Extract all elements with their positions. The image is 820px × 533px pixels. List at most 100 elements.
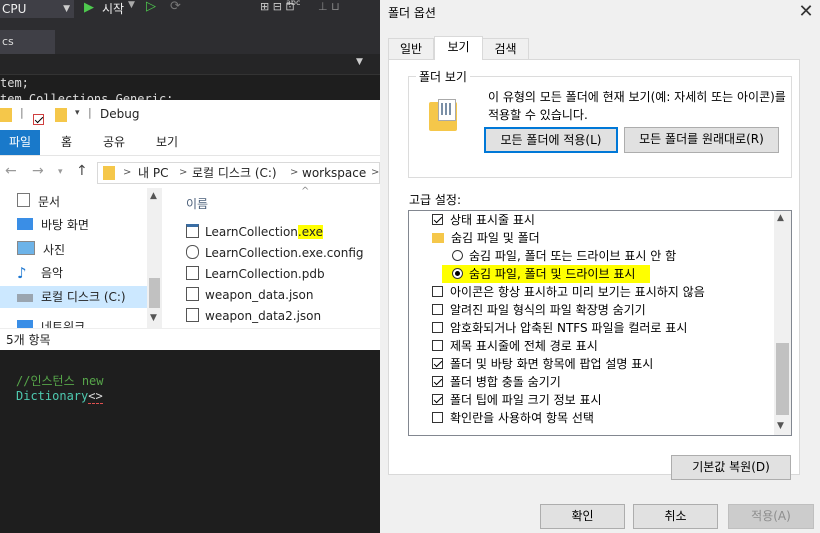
- advanced-settings-label: 고급 설정:: [409, 193, 462, 207]
- generic-brackets: <>: [88, 389, 103, 404]
- file-row[interactable]: LearnCollection.pdb: [186, 264, 325, 285]
- setting-label: 숨김 파일, 폴더 및 드라이브 표시: [469, 267, 636, 281]
- reset-folders-button[interactable]: 모든 폴더를 원래대로(R): [624, 127, 779, 153]
- sidebar-item-label: 바탕 화면: [41, 218, 89, 232]
- recent-locations-icon[interactable]: ▾: [58, 167, 63, 177]
- folder-icon: [432, 233, 444, 243]
- apply-to-folders-button[interactable]: 모든 폴더에 적용(L): [484, 127, 618, 153]
- checkbox[interactable]: [432, 286, 443, 297]
- play-icon[interactable]: ▶: [84, 0, 94, 15]
- close-icon[interactable]: ✕: [796, 2, 816, 22]
- scroll-down-icon[interactable]: ▼: [150, 313, 157, 323]
- platform-dropdown[interactable]: CPU ▼: [0, 0, 74, 18]
- checkbox[interactable]: [432, 214, 443, 225]
- chevron-down-icon[interactable]: ▼: [356, 57, 363, 67]
- setting-hide-extensions[interactable]: 알려진 파일 형식의 파일 확장명 숨기기: [432, 301, 646, 319]
- sidebar-item-local-disk[interactable]: 로컬 디스크 (C:): [17, 286, 126, 308]
- sidebar-item-music[interactable]: ♪ 음악: [17, 262, 63, 284]
- ribbon-tab-view[interactable]: 보기: [156, 130, 178, 155]
- ok-button[interactable]: 확인: [540, 504, 625, 529]
- setting-use-checkboxes[interactable]: 확인란을 사용하여 항목 선택: [432, 409, 594, 427]
- pdb-file-icon: [186, 266, 199, 280]
- breadcrumb-this-pc[interactable]: 내 PC: [138, 163, 168, 183]
- navigation-bar[interactable]: [0, 54, 380, 75]
- separator: |: [88, 106, 92, 119]
- scroll-down-icon[interactable]: ▼: [777, 421, 784, 431]
- setting-dont-show-hidden[interactable]: 숨김 파일, 폴더 또는 드라이브 표시 안 함: [452, 247, 676, 265]
- tab-view[interactable]: 보기: [434, 36, 483, 60]
- setting-label: 숨김 파일 및 폴더: [451, 231, 540, 245]
- folder-view-icon: [429, 99, 457, 131]
- setting-folder-tips-size[interactable]: 폴더 팁에 파일 크기 정보 표시: [432, 391, 602, 409]
- document-tab[interactable]: cs: [0, 30, 55, 54]
- new-folder-icon[interactable]: [55, 108, 67, 122]
- setting-color-ntfs[interactable]: 암호화되거나 압축된 NTFS 파일을 컬러로 표시: [432, 319, 687, 337]
- start-button[interactable]: 시작: [102, 0, 124, 17]
- setting-always-show-icons[interactable]: 아이콘은 항상 표시하고 미리 보기는 표시하지 않음: [432, 283, 705, 301]
- sidebar-item-pictures[interactable]: 사진: [17, 239, 65, 261]
- chevron-right-icon: >: [290, 167, 299, 178]
- ribbon-tab-file[interactable]: 파일: [0, 130, 40, 155]
- ribbon-tab-home[interactable]: 홈: [61, 130, 72, 155]
- radio-button[interactable]: [452, 268, 463, 279]
- sidebar-item-desktop[interactable]: 바탕 화면: [17, 214, 89, 236]
- checkbox[interactable]: [432, 412, 443, 423]
- up-icon[interactable]: ↑: [76, 163, 88, 179]
- checkbox[interactable]: [432, 376, 443, 387]
- cancel-button[interactable]: 취소: [633, 504, 718, 529]
- separator: |: [20, 106, 24, 119]
- ribbon-tab-share[interactable]: 공유: [103, 130, 125, 155]
- chevron-down-icon[interactable]: ▼: [128, 0, 135, 10]
- tab-general[interactable]: 일반: [388, 38, 434, 59]
- file-row[interactable]: weapon_data.json: [186, 285, 314, 306]
- explorer-titlebar: | ▾ | Debug: [0, 100, 380, 130]
- scroll-up-icon[interactable]: ▲: [150, 191, 157, 201]
- address-bar[interactable]: > 내 PC > 로컬 디스크 (C:) > workspace >: [97, 162, 380, 184]
- sidebar-scroll-thumb[interactable]: [149, 278, 160, 308]
- setting-hide-merge-conflicts[interactable]: 폴더 병합 충돌 숨기기: [432, 373, 561, 391]
- type-name: Dictionary: [16, 389, 89, 403]
- breadcrumb-local-disk[interactable]: 로컬 디스크 (C:): [192, 163, 277, 183]
- code-line: tem;: [0, 76, 29, 90]
- hot-reload-icon[interactable]: ⟳: [170, 0, 181, 14]
- file-row[interactable]: LearnCollection.exe.config: [186, 243, 364, 264]
- quick-access-dropdown-icon[interactable]: ▾: [75, 108, 80, 118]
- toolbar-icons[interactable]: ⊥ ⊔: [318, 0, 340, 13]
- forward-icon[interactable]: →: [32, 163, 44, 179]
- settings-scroll-thumb[interactable]: [776, 343, 789, 415]
- checkbox[interactable]: [432, 394, 443, 405]
- sort-ascending-icon[interactable]: ^: [301, 186, 309, 197]
- file-row[interactable]: LearnCollection.exe: [186, 222, 324, 243]
- file-row[interactable]: weapon_data2.json: [186, 306, 321, 327]
- dialog-title: 폴더 옵션: [388, 6, 436, 20]
- sidebar-item-network[interactable]: 네트워크: [17, 316, 85, 328]
- start-without-debug-icon[interactable]: ▷: [146, 0, 156, 14]
- setting-show-status-bar[interactable]: 상태 표시줄 표시: [432, 211, 535, 229]
- radio-button[interactable]: [452, 250, 463, 261]
- properties-icon[interactable]: [33, 114, 44, 125]
- chevron-right-icon: >: [123, 167, 132, 178]
- restore-defaults-button[interactable]: 기본값 복원(D): [671, 455, 791, 480]
- setting-full-path-title[interactable]: 제목 표시줄에 전체 경로 표시: [432, 337, 598, 355]
- back-icon[interactable]: ←: [5, 163, 17, 179]
- file-name: weapon_data2.json: [205, 309, 322, 323]
- checkbox[interactable]: [432, 340, 443, 351]
- scroll-up-icon[interactable]: ▲: [777, 213, 784, 223]
- tab-search[interactable]: 검색: [482, 38, 529, 59]
- platform-label: CPU: [2, 2, 27, 16]
- setting-popup-descriptions[interactable]: 폴더 및 바탕 화면 항목에 팝업 설명 표시: [432, 355, 653, 373]
- setting-show-hidden[interactable]: 숨김 파일, 폴더 및 드라이브 표시: [452, 265, 635, 283]
- column-header-name[interactable]: 이름: [186, 195, 208, 212]
- breadcrumb-workspace[interactable]: workspace: [302, 163, 366, 183]
- setting-label: 아이콘은 항상 표시하고 미리 보기는 표시하지 않음: [450, 285, 705, 299]
- spell-check-icon[interactable]: abc: [286, 0, 300, 7]
- apply-button[interactable]: 적용(A): [728, 504, 814, 529]
- sidebar-item-documents[interactable]: 문서: [17, 191, 60, 213]
- code-comment: //인스턴스 new: [16, 374, 104, 388]
- checkbox[interactable]: [432, 322, 443, 333]
- setting-label: 제목 표시줄에 전체 경로 표시: [450, 339, 598, 353]
- checkbox[interactable]: [432, 358, 443, 369]
- checkbox[interactable]: [432, 304, 443, 315]
- setting-label: 암호화되거나 압축된 NTFS 파일을 컬러로 표시: [450, 321, 688, 335]
- sidebar-item-label: 음악: [41, 266, 64, 280]
